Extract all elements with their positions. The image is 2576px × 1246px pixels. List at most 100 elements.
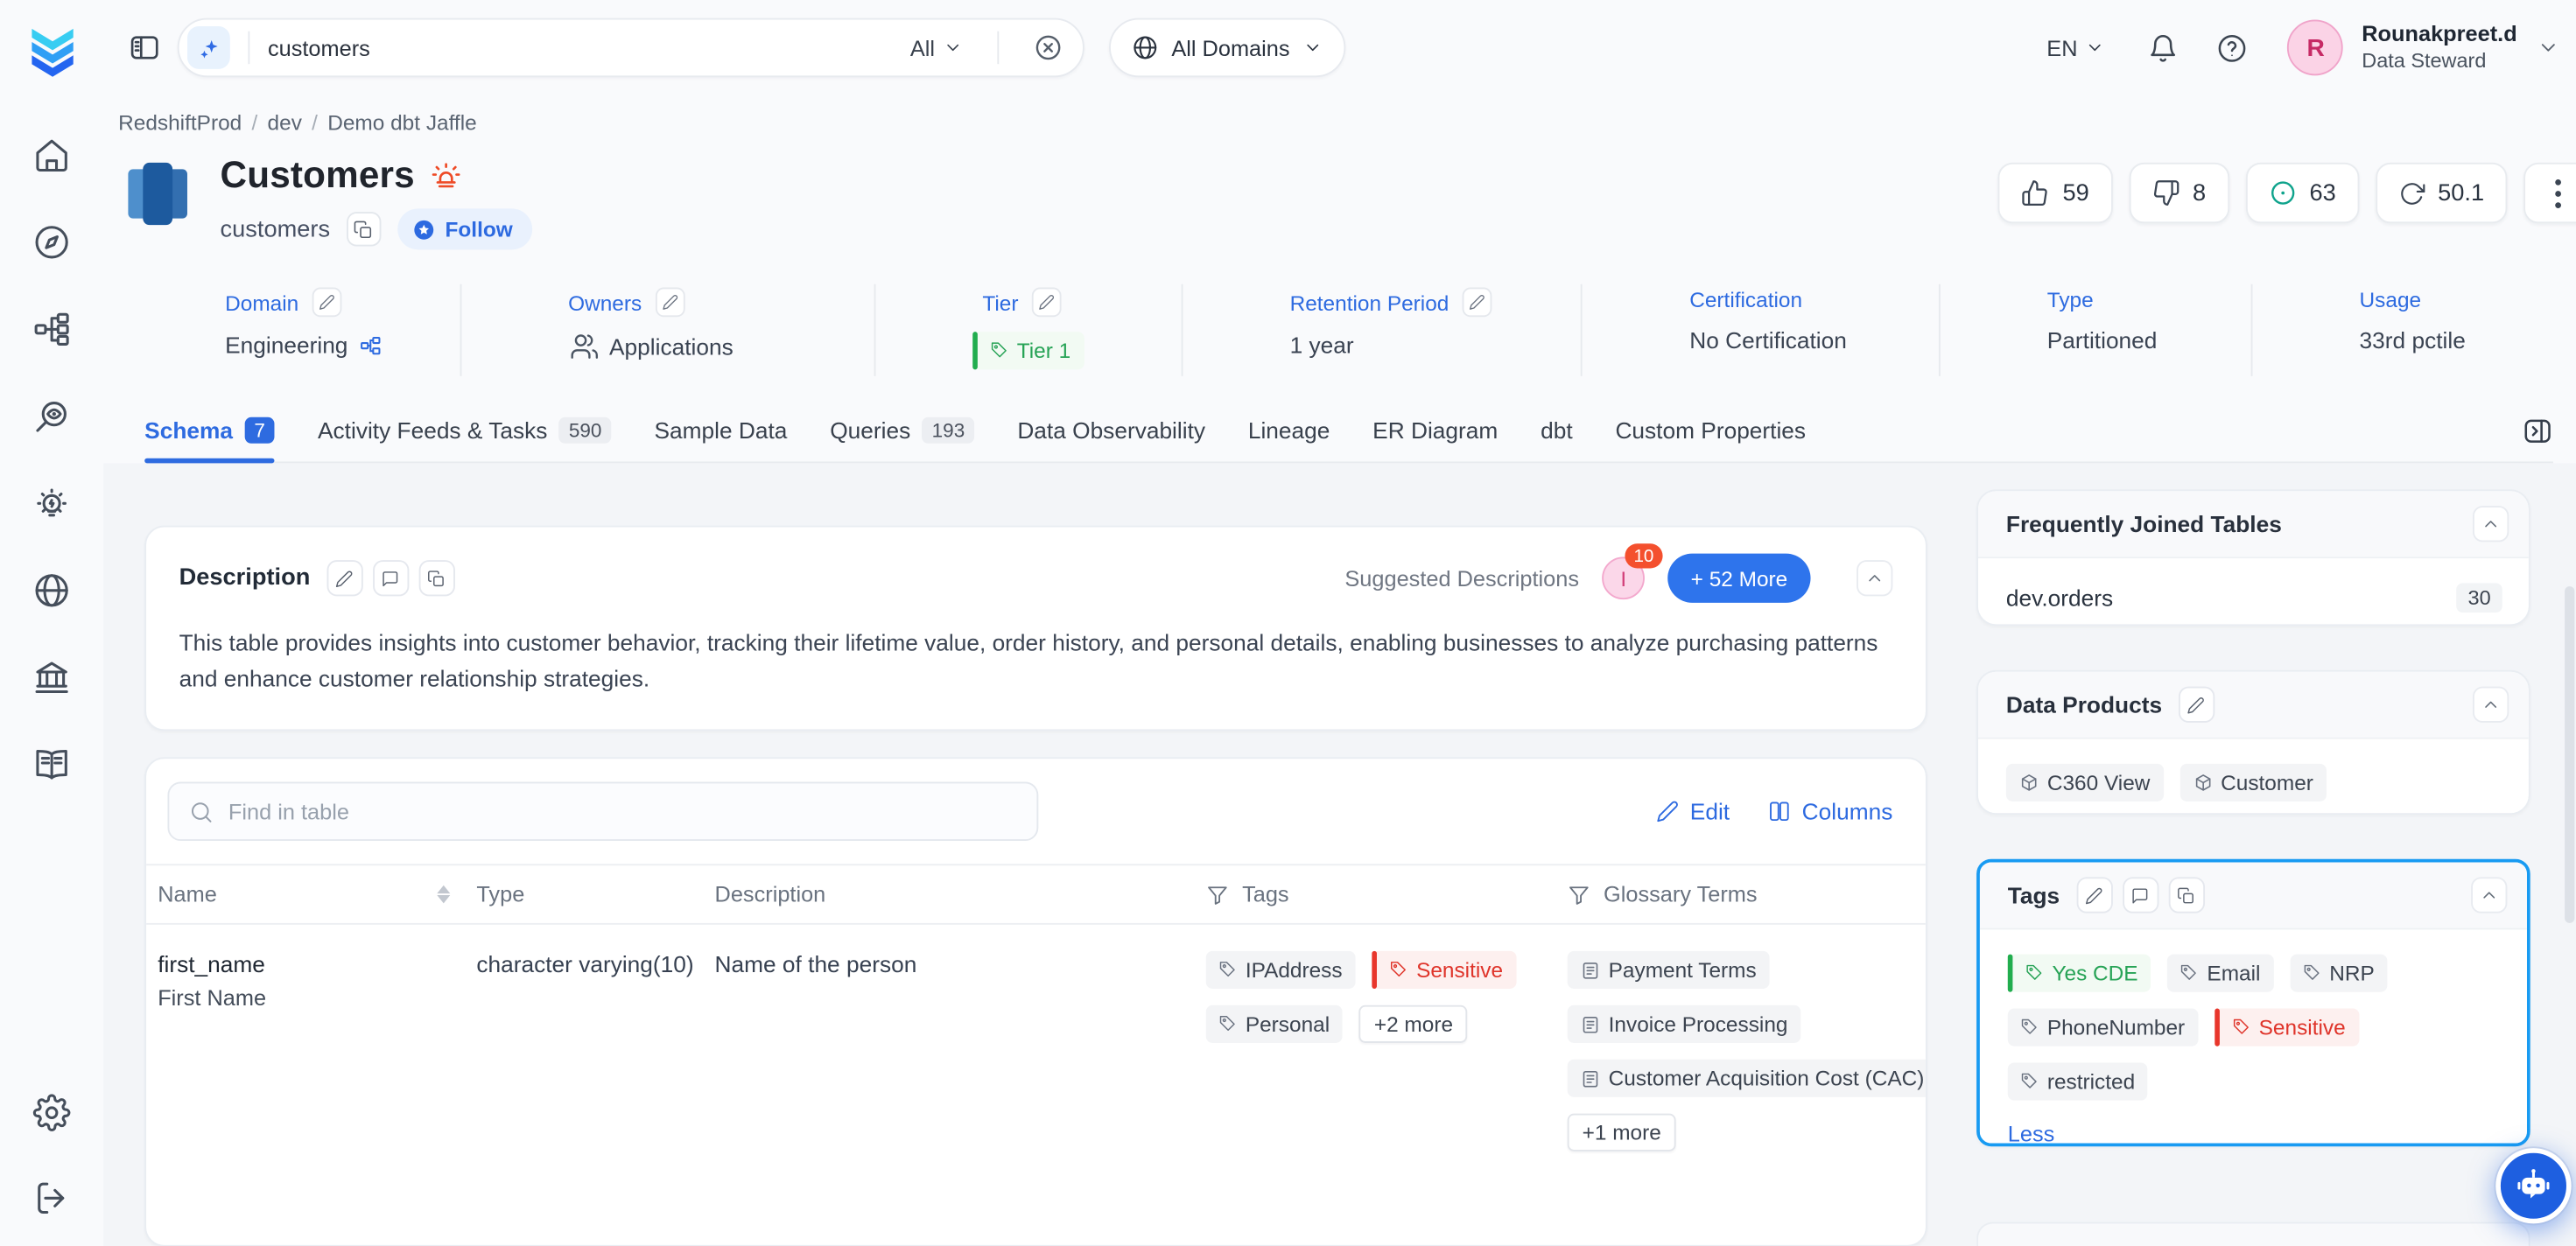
tag-pill[interactable]: restricted — [2008, 1063, 2148, 1101]
user-avatar[interactable]: R — [2288, 20, 2344, 76]
score-button[interactable]: 63 — [2245, 163, 2359, 223]
downvotes-button[interactable]: 8 — [2129, 163, 2229, 223]
edit-table-button[interactable]: Edit — [1655, 798, 1730, 824]
column-header-tags[interactable]: Tags — [1242, 882, 1289, 906]
edit-retention-button[interactable] — [1462, 287, 1492, 317]
glossary-term-pill[interactable]: Invoice Processing — [1568, 1005, 1801, 1043]
joined-table-name[interactable]: dev.orders — [2006, 584, 2113, 611]
pencil-icon — [1038, 294, 1055, 311]
columns-button[interactable]: Columns — [1767, 798, 1892, 824]
tag-pill[interactable]: IPAddress — [1206, 951, 1356, 989]
tag-pill[interactable]: Yes CDE — [2008, 955, 2151, 992]
tab-custom-properties[interactable]: Custom Properties — [1615, 417, 1806, 444]
governance-bank-icon[interactable] — [33, 659, 71, 696]
tag-pill[interactable]: PhoneNumber — [2008, 1009, 2198, 1046]
edit-description-button[interactable] — [326, 560, 362, 596]
sidebar-toggle-icon[interactable] — [128, 32, 161, 65]
chatbot-fab-button[interactable] — [2495, 1148, 2571, 1223]
collapse-tags-button[interactable] — [2471, 878, 2507, 914]
circle-dot-icon — [2269, 179, 2297, 207]
find-in-table-search[interactable] — [167, 781, 1038, 841]
edit-data-products-button[interactable] — [2179, 687, 2215, 723]
freshness-button[interactable]: 50.1 — [2376, 163, 2508, 223]
show-less-link[interactable]: Less — [2008, 1123, 2501, 1147]
filter-funnel-icon[interactable] — [1568, 883, 1590, 906]
tab-activity-feeds[interactable]: Activity Feeds & Tasks590 — [318, 417, 612, 444]
collapse-description-button[interactable] — [1857, 560, 1892, 596]
glossary-term-pill[interactable]: Payment Terms — [1568, 951, 1770, 989]
settings-gear-icon[interactable] — [33, 1094, 71, 1131]
insights-bulb-icon[interactable] — [33, 485, 71, 522]
copy-description-button[interactable] — [418, 560, 454, 596]
user-info[interactable]: Rounakpreet.d Data Steward — [2362, 21, 2516, 74]
logout-icon[interactable] — [33, 1180, 71, 1217]
chevron-down-icon[interactable] — [2537, 36, 2559, 59]
notifications-bell-icon[interactable] — [2148, 32, 2179, 64]
tab-queries[interactable]: Queries193 — [830, 417, 974, 444]
breadcrumb-item[interactable]: Demo dbt Jaffle — [327, 110, 476, 135]
language-selector[interactable]: EN — [2046, 35, 2105, 60]
collapse-joined-tables-button[interactable] — [2473, 506, 2509, 542]
breadcrumb-item[interactable]: RedshiftProd — [118, 110, 242, 135]
joined-table-row[interactable]: dev.orders 30 — [2006, 583, 2502, 612]
edit-tags-button[interactable] — [2076, 878, 2112, 914]
global-search[interactable]: customers All — [178, 18, 1084, 78]
edit-domain-button[interactable] — [312, 287, 341, 317]
tag-pill[interactable]: Sensitive — [1372, 951, 1516, 989]
search-input[interactable]: customers — [268, 35, 370, 60]
all-domains-filter[interactable]: All Domains — [1109, 18, 1345, 78]
data-product-pill[interactable]: C360 View — [2006, 765, 2164, 802]
sort-icon[interactable] — [437, 886, 450, 904]
alert-siren-icon[interactable] — [432, 160, 463, 192]
tab-er-diagram[interactable]: ER Diagram — [1372, 417, 1498, 444]
tab-dbt[interactable]: dbt — [1541, 417, 1573, 444]
tag-pill[interactable]: Email — [2167, 955, 2273, 992]
observability-search-icon[interactable] — [33, 397, 71, 435]
discover-compass-icon[interactable] — [33, 223, 71, 261]
collapse-panel-icon[interactable] — [2522, 416, 2553, 447]
find-in-table-input[interactable] — [228, 799, 1017, 823]
home-icon[interactable] — [33, 136, 71, 174]
comment-tags-button[interactable] — [2122, 878, 2158, 914]
collapse-data-products-button[interactable] — [2473, 687, 2509, 723]
column-header-glossary-terms[interactable]: Glossary Terms — [1604, 882, 1758, 906]
follow-button[interactable]: Follow — [397, 208, 532, 249]
collapsed-panel-stub — [1976, 1222, 2530, 1246]
column-header-type[interactable]: Type — [476, 882, 524, 906]
suggested-avatar[interactable]: I 10 — [1602, 556, 1645, 599]
table-row[interactable]: first_name First Name character varying(… — [146, 925, 1926, 1181]
web-globe-icon[interactable] — [33, 571, 71, 609]
tab-schema[interactable]: Schema7 — [144, 417, 275, 444]
upvotes-button[interactable]: 59 — [1998, 163, 2112, 223]
edit-owners-button[interactable] — [655, 287, 684, 317]
search-scope-dropdown[interactable]: All — [910, 35, 963, 60]
help-icon[interactable] — [2217, 32, 2249, 64]
tag-pill[interactable]: NRP — [2290, 955, 2388, 992]
column-header-description[interactable]: Description — [715, 882, 826, 906]
breadcrumb-item[interactable]: dev — [268, 110, 302, 135]
app-logo[interactable] — [22, 21, 81, 80]
tab-data-observability[interactable]: Data Observability — [1017, 417, 1205, 444]
tag-pill[interactable]: Personal — [1206, 1005, 1343, 1043]
workflows-icon[interactable] — [33, 311, 71, 348]
more-tags-pill[interactable]: +2 more — [1359, 1005, 1468, 1043]
edit-tier-button[interactable] — [1031, 287, 1061, 317]
data-product-pill[interactable]: Customer — [2179, 765, 2327, 802]
more-terms-pill[interactable]: +1 more — [1568, 1114, 1676, 1152]
clear-search-icon[interactable] — [1034, 33, 1063, 63]
tab-lineage[interactable]: Lineage — [1248, 417, 1330, 444]
column-header-name[interactable]: Name — [158, 882, 217, 906]
glossary-book-icon[interactable] — [33, 746, 71, 783]
column-name[interactable]: first_name — [158, 951, 476, 977]
filter-funnel-icon[interactable] — [1206, 883, 1229, 906]
glossary-term-pill[interactable]: Customer Acquisition Cost (CAC) — [1568, 1060, 1927, 1097]
tag-pill[interactable]: Sensitive — [2215, 1009, 2359, 1046]
vertical-scrollbar[interactable] — [2565, 586, 2574, 923]
tab-sample-data[interactable]: Sample Data — [654, 417, 787, 444]
copy-tags-button[interactable] — [2168, 878, 2204, 914]
tier-badge[interactable]: Tier 1 — [972, 332, 1084, 369]
comment-button[interactable] — [373, 560, 409, 596]
copy-name-button[interactable] — [347, 212, 381, 246]
more-suggestions-button[interactable]: + 52 More — [1667, 554, 1810, 603]
more-actions-button[interactable] — [2523, 163, 2576, 223]
